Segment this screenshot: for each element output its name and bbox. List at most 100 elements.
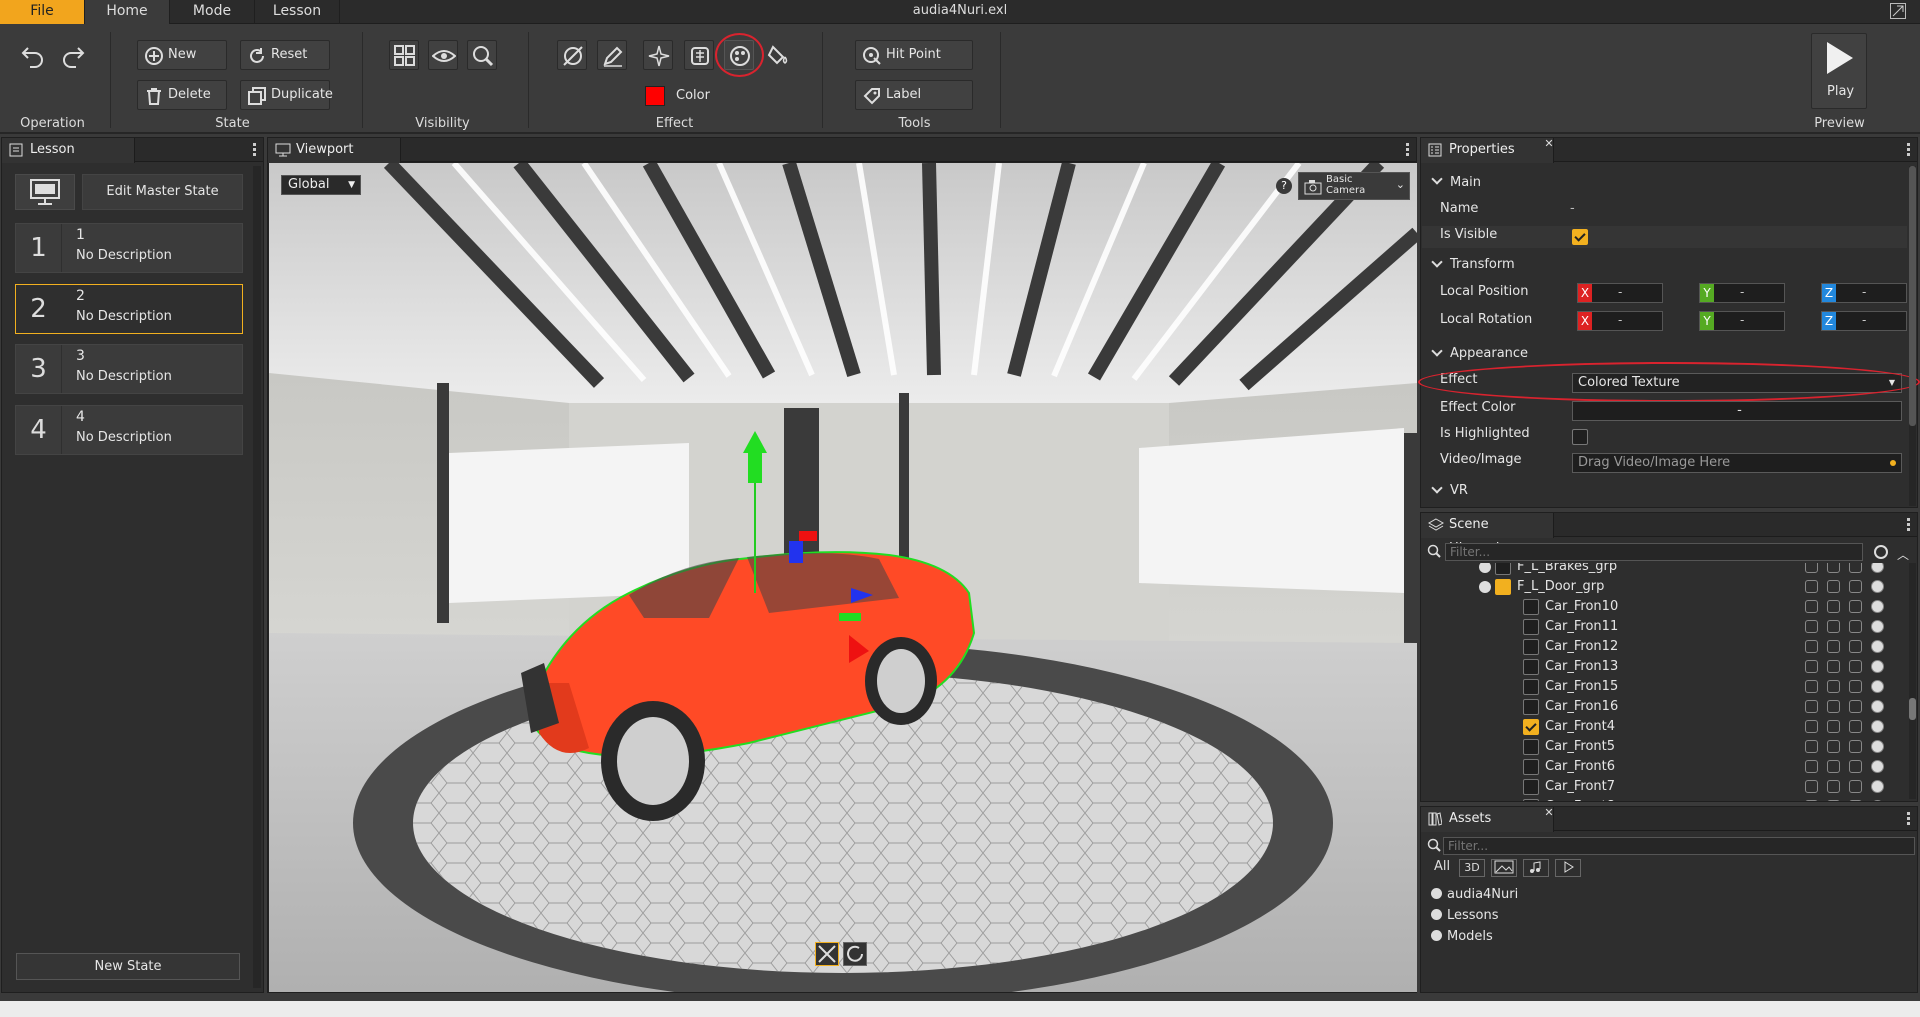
lesson-scrollbar[interactable] [253, 166, 261, 988]
xray-icon[interactable] [1849, 740, 1862, 753]
visibility-checkbox[interactable] [1523, 599, 1539, 615]
rotation-x-field[interactable]: X- [1577, 311, 1663, 331]
section-appearance[interactable]: Appearance [1450, 346, 1528, 361]
collapse-toggle-icon[interactable] [1479, 563, 1491, 573]
xray-effect-button[interactable] [684, 40, 714, 70]
new-state-button[interactable]: New [137, 40, 227, 70]
position-y-field[interactable]: Y- [1699, 283, 1785, 303]
lesson-panel-menu-icon[interactable] [251, 141, 257, 159]
rotation-y-field[interactable]: Y- [1699, 311, 1785, 331]
position-x-field[interactable]: X- [1577, 283, 1663, 303]
eye-icon[interactable] [1871, 640, 1884, 653]
new-state-bottom-button[interactable]: New State [16, 953, 240, 980]
effect-icon[interactable] [1827, 620, 1840, 633]
effect-icon[interactable] [1827, 660, 1840, 673]
collapse-toggle-icon[interactable] [1479, 581, 1491, 593]
edit-icon[interactable] [1805, 640, 1818, 653]
edit-icon[interactable] [1805, 620, 1818, 633]
state-item-4[interactable]: 4 4 No Description [15, 405, 243, 455]
edit-icon[interactable] [1805, 700, 1818, 713]
hierarchy-row[interactable]: Car_Fron15 [1421, 677, 1895, 697]
chevron-down-icon[interactable] [1431, 173, 1443, 185]
hierarchy-scrollbar[interactable] [1909, 563, 1916, 799]
xray-icon[interactable] [1849, 760, 1862, 773]
filter-image[interactable] [1491, 859, 1517, 877]
eye-icon[interactable] [1871, 680, 1884, 693]
visibility-checkbox[interactable] [1495, 579, 1511, 595]
no-effect-button[interactable] [557, 40, 587, 70]
edit-icon[interactable] [1805, 720, 1818, 733]
hierarchy-row[interactable]: Car_Fron16 [1421, 697, 1895, 717]
hierarchy-row[interactable]: Car_Fron13 [1421, 657, 1895, 677]
chevron-down-icon[interactable] [1431, 256, 1443, 268]
xray-icon[interactable] [1849, 660, 1862, 673]
visibility-checkbox[interactable] [1523, 679, 1539, 695]
hierarchy-row[interactable]: F_L_Brakes_grp [1421, 563, 1895, 577]
filter-video[interactable] [1555, 859, 1581, 877]
visibility-checkbox[interactable] [1495, 563, 1511, 575]
effect-icon[interactable] [1827, 640, 1840, 653]
duplicate-button[interactable]: Duplicate [240, 80, 333, 110]
paint-effect-button[interactable] [764, 40, 794, 70]
xray-icon[interactable] [1849, 580, 1862, 593]
assets-filter-input[interactable] [1443, 837, 1915, 855]
visibility-checkbox[interactable] [1523, 799, 1539, 801]
scene-3d-view[interactable] [269, 163, 1417, 992]
close-icon[interactable]: ✕ [1543, 138, 1555, 150]
effect-color-field[interactable]: - [1572, 401, 1902, 421]
eye-icon[interactable] [1871, 800, 1884, 801]
visibility-checkbox[interactable] [1523, 779, 1539, 795]
filter-3d[interactable]: 3D [1459, 859, 1485, 877]
hierarchy-panel-menu-icon[interactable] [1905, 516, 1911, 534]
visibility-checkbox[interactable] [1523, 719, 1539, 735]
section-main[interactable]: Main [1450, 175, 1481, 190]
eye-icon[interactable] [1871, 600, 1884, 613]
menu-tab-home[interactable]: Home [85, 0, 170, 24]
asset-folder-models[interactable]: Models [1431, 929, 1493, 944]
tab-scene-hierarchy[interactable]: Scene Hierarchy [1421, 513, 1554, 556]
eye-icon[interactable] [1871, 660, 1884, 673]
rotate-view-button[interactable] [843, 942, 867, 966]
effect-icon[interactable] [1827, 740, 1840, 753]
hierarchy-row[interactable]: Car_Front4 [1421, 717, 1895, 737]
effect-color-swatch[interactable] [645, 86, 665, 106]
hierarchy-row[interactable]: Car_Front5 [1421, 737, 1895, 757]
tab-viewport[interactable]: Viewport [268, 138, 401, 163]
hierarchy-row[interactable]: Car_Fron11 [1421, 617, 1895, 637]
space-select[interactable]: Global ▼ [281, 175, 361, 195]
chevron-down-icon[interactable] [1431, 345, 1443, 357]
highlight-effect-button[interactable] [643, 40, 673, 70]
effect-icon[interactable] [1827, 800, 1840, 801]
edit-icon[interactable] [1805, 760, 1818, 773]
effect-icon[interactable] [1827, 580, 1840, 593]
filter-all[interactable]: All [1431, 859, 1453, 877]
eye-icon[interactable] [1871, 620, 1884, 633]
edit-icon[interactable] [1805, 660, 1818, 673]
video-image-dropzone[interactable]: Drag Video/Image Here [1572, 453, 1902, 473]
redo-button[interactable] [57, 39, 87, 69]
eye-icon[interactable] [1871, 740, 1884, 753]
effect-icon[interactable] [1827, 780, 1840, 793]
edit-master-state-button[interactable]: Edit Master State [82, 174, 243, 210]
master-state-button[interactable] [15, 174, 75, 210]
assets-panel-menu-icon[interactable] [1905, 810, 1911, 828]
hierarchy-filter-input[interactable] [1445, 543, 1863, 561]
hierarchy-row[interactable]: Car_Fron10 [1421, 597, 1895, 617]
xray-icon[interactable] [1849, 563, 1862, 573]
viewport-help-button[interactable]: ? [1276, 178, 1292, 194]
xray-icon[interactable] [1849, 640, 1862, 653]
label-tool-button[interactable]: Label [855, 80, 973, 110]
hierarchy-row[interactable]: Car_Fron12 [1421, 637, 1895, 657]
delete-button[interactable]: Delete [137, 80, 227, 110]
edit-icon[interactable] [1805, 580, 1818, 593]
effect-icon[interactable] [1827, 563, 1840, 573]
properties-panel-menu-icon[interactable] [1905, 141, 1911, 159]
filter-audio[interactable] [1523, 859, 1549, 877]
outline-effect-button[interactable] [597, 40, 627, 70]
eye-icon[interactable] [1871, 720, 1884, 733]
eye-icon[interactable] [1871, 700, 1884, 713]
show-all-button[interactable] [389, 40, 419, 70]
edit-icon[interactable] [1805, 563, 1818, 573]
play-button[interactable]: Play [1811, 33, 1867, 109]
edit-icon[interactable] [1805, 600, 1818, 613]
